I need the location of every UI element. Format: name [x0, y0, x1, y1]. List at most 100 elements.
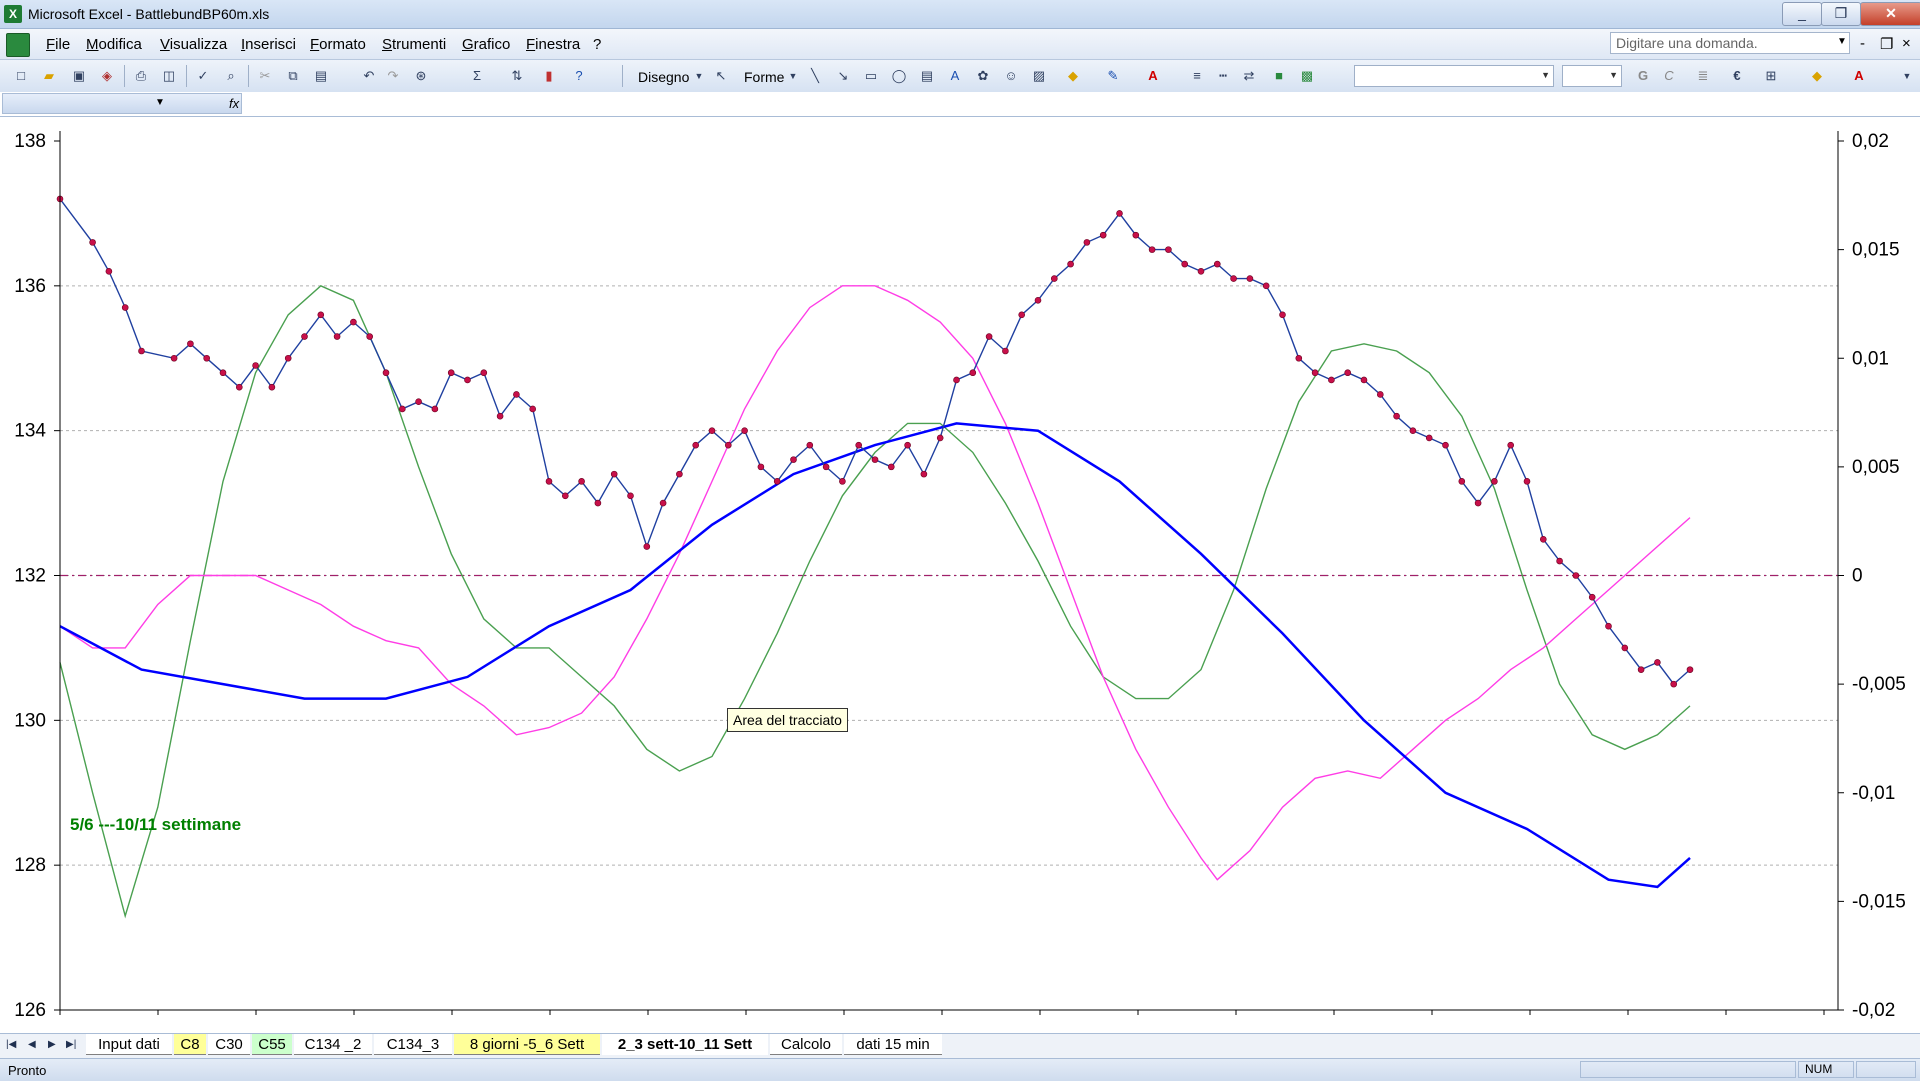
- paste-icon[interactable]: ▤: [312, 67, 330, 85]
- select-arrow-icon[interactable]: ↖: [712, 67, 730, 85]
- picture-icon[interactable]: ▨: [1030, 67, 1048, 85]
- font-color-2-icon[interactable]: A: [1850, 67, 1868, 85]
- data-point: [284, 354, 292, 362]
- menu-file[interactable]: File: [46, 36, 70, 53]
- name-box[interactable]: ▼ fx: [2, 93, 242, 114]
- name-box-dropdown-icon[interactable]: ▼: [155, 97, 165, 108]
- menu-formato[interactable]: Formato: [310, 36, 366, 53]
- separator: [248, 65, 249, 87]
- cut-icon[interactable]: ✂: [256, 67, 274, 85]
- font-size-combo[interactable]: [1562, 65, 1622, 87]
- menu-grafico[interactable]: Grafico: [462, 36, 510, 53]
- dash-style-icon[interactable]: ┅: [1214, 67, 1232, 85]
- chart-annotation: 5/6 ---10/11 settimane: [70, 815, 242, 834]
- sheet-tab[interactable]: C55: [252, 1034, 292, 1055]
- menu-modifica[interactable]: Modifica: [86, 36, 142, 53]
- sort-icon[interactable]: ⇅: [508, 67, 526, 85]
- open-icon[interactable]: ▰: [40, 67, 58, 85]
- menu-inserisci[interactable]: Inserisci: [241, 36, 296, 53]
- sheet-tab[interactable]: 2_3 sett-10_11 Sett: [602, 1034, 768, 1055]
- line-icon[interactable]: ╲: [806, 67, 824, 85]
- sheet-tab[interactable]: C8: [174, 1034, 206, 1055]
- undo-icon[interactable]: ↶: [360, 67, 378, 85]
- doc-minimize-button[interactable]: -: [1860, 35, 1865, 52]
- help-icon[interactable]: ?: [570, 67, 588, 85]
- shapes-menu-button[interactable]: Forme: [744, 69, 784, 85]
- font-name-combo[interactable]: [1354, 65, 1554, 87]
- minimize-button[interactable]: _: [1782, 2, 1822, 26]
- rectangle-icon[interactable]: ▭: [862, 67, 880, 85]
- font-color-icon[interactable]: A: [1144, 67, 1162, 85]
- fill-color-2-icon[interactable]: ◆: [1808, 67, 1826, 85]
- data-point: [773, 478, 781, 485]
- arrow-icon[interactable]: ↘: [834, 67, 852, 85]
- line-style-icon[interactable]: ≡: [1188, 67, 1206, 85]
- new-icon[interactable]: □: [12, 67, 30, 85]
- print-preview-icon[interactable]: ◫: [160, 67, 178, 85]
- currency-icon[interactable]: €: [1728, 67, 1746, 85]
- print-icon[interactable]: ⎙: [132, 67, 150, 85]
- close-button[interactable]: ✕: [1860, 2, 1920, 26]
- tab-prev-icon[interactable]: ◀: [28, 1039, 36, 1050]
- data-point: [1507, 441, 1514, 449]
- shapes-dropdown-icon[interactable]: ▼: [784, 67, 802, 85]
- hyperlink-icon[interactable]: ⊛: [412, 67, 430, 85]
- data-point: [1425, 434, 1433, 442]
- workbook-icon[interactable]: [6, 33, 30, 57]
- y-right-tick-label: 0: [1852, 566, 1863, 587]
- diagram-icon[interactable]: ✿: [974, 67, 992, 85]
- sheet-tab[interactable]: C134_3: [374, 1034, 452, 1055]
- arrow-style-icon[interactable]: ⇄: [1240, 67, 1258, 85]
- save-icon[interactable]: ▣: [70, 67, 88, 85]
- copy-icon[interactable]: ⧉: [284, 67, 302, 85]
- permission-icon[interactable]: ◈: [98, 67, 116, 85]
- data-point: [1214, 260, 1221, 268]
- draw-dropdown-icon[interactable]: ▼: [690, 67, 708, 85]
- toolbar-options-icon[interactable]: ▼: [1898, 67, 1916, 85]
- data-point: [317, 311, 325, 319]
- chart-area[interactable]: 138 136 134 132 130 128 126 0,02 0,015 0,01 0,005…: [0, 117, 1920, 1032]
- borders-icon[interactable]: ⊞: [1762, 67, 1780, 85]
- menu-strumenti[interactable]: Strumenti: [382, 36, 446, 53]
- insert-function-icon[interactable]: fx: [229, 96, 239, 111]
- clipart-icon[interactable]: ☺: [1002, 67, 1020, 85]
- menu-finestra[interactable]: Finestra: [526, 36, 580, 53]
- shadow-icon[interactable]: ■: [1270, 67, 1288, 85]
- doc-close-button[interactable]: ×: [1902, 35, 1911, 52]
- redo-icon[interactable]: ↷: [384, 67, 402, 85]
- oval-icon[interactable]: ◯: [890, 67, 908, 85]
- sheet-tab[interactable]: C134 _2: [294, 1034, 372, 1055]
- draw-menu-button[interactable]: Disegno: [638, 69, 689, 85]
- sheet-tab[interactable]: 8 giorni -5_6 Sett: [454, 1034, 600, 1055]
- data-point: [301, 333, 308, 340]
- spelling-icon[interactable]: ✓: [194, 67, 212, 85]
- separator: [622, 65, 623, 87]
- sheet-tab[interactable]: C30: [208, 1034, 250, 1055]
- autosum-icon[interactable]: Σ: [468, 67, 486, 85]
- data-point: [138, 347, 145, 355]
- textbox-icon[interactable]: ▤: [918, 67, 936, 85]
- sheet-tab[interactable]: Input dati: [86, 1034, 172, 1055]
- chart-wizard-icon[interactable]: ▮: [540, 67, 558, 85]
- italic-icon[interactable]: C: [1660, 67, 1678, 85]
- data-point: [1051, 275, 1058, 282]
- help-dropdown-icon[interactable]: ▼: [1837, 36, 1847, 47]
- maximize-button[interactable]: ❐: [1821, 2, 1861, 26]
- sheet-tab[interactable]: dati 15 min: [844, 1034, 942, 1055]
- y-right-tick-label: -0,015: [1852, 891, 1906, 912]
- sheet-tab[interactable]: Calcolo: [770, 1034, 842, 1055]
- 3d-icon[interactable]: ▩: [1298, 67, 1316, 85]
- align-icon[interactable]: ≣: [1694, 67, 1712, 85]
- doc-restore-button[interactable]: ❐: [1880, 35, 1893, 53]
- tab-next-icon[interactable]: ▶: [48, 1039, 56, 1050]
- fill-color-icon[interactable]: ◆: [1064, 67, 1082, 85]
- research-icon[interactable]: ⌕: [222, 67, 240, 85]
- line-color-icon[interactable]: ✎: [1104, 67, 1122, 85]
- tab-first-icon[interactable]: |◀: [6, 1039, 16, 1050]
- help-search-input[interactable]: Digitare una domanda.: [1610, 32, 1850, 54]
- menu-visualizza[interactable]: Visualizza: [160, 36, 227, 53]
- menu-help[interactable]: ?: [593, 36, 601, 53]
- bold-icon[interactable]: G: [1634, 67, 1652, 85]
- wordart-icon[interactable]: A: [946, 67, 964, 85]
- tab-last-icon[interactable]: ▶|: [66, 1039, 76, 1050]
